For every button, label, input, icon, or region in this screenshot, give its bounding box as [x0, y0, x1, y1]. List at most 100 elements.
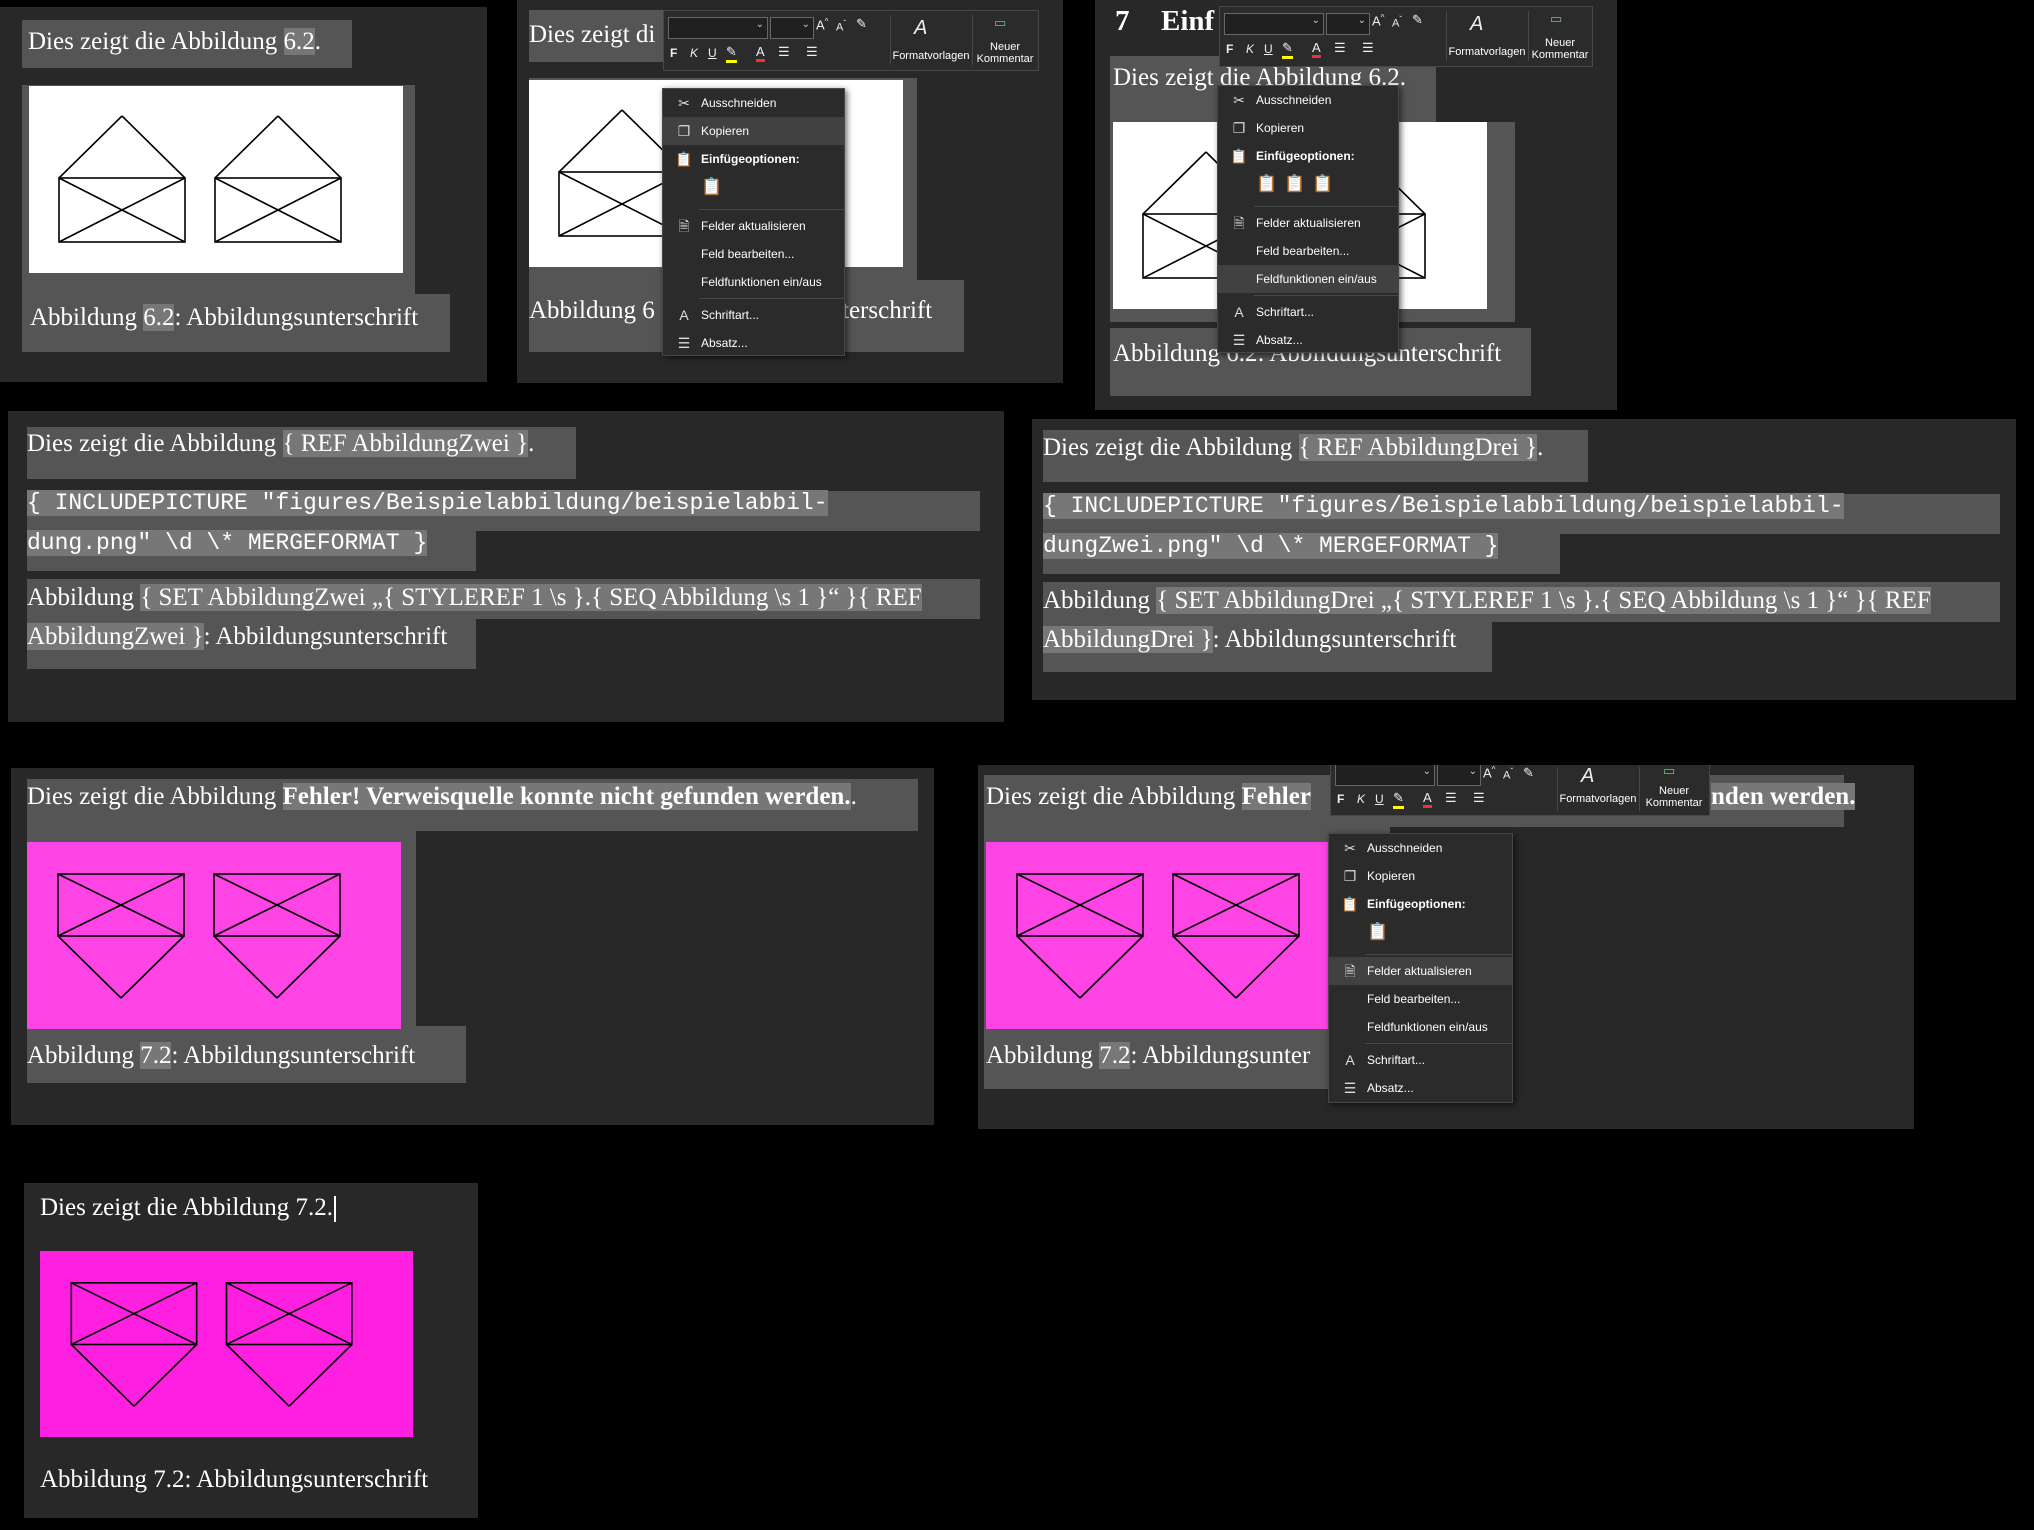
menu-item-copy[interactable]: ❐ Kopieren	[1329, 862, 1512, 890]
figure-caption[interactable]: Abbildung 7.2: Abbildungsunterschrift	[40, 1463, 428, 1497]
numbered-list-icon[interactable]: ☰	[1473, 790, 1485, 806]
italic-button[interactable]: K	[1357, 792, 1365, 806]
underline-button[interactable]: U	[1375, 792, 1384, 806]
paste-keep-source-icon[interactable]: 📋	[1367, 922, 1388, 942]
intro-text[interactable]: Dies zeigt die Abbildung { REF Abbildung…	[1043, 431, 1543, 465]
heading-text[interactable]: Einf	[1161, 4, 1214, 38]
new-comment-button[interactable]: Neuer Kommentar	[1528, 37, 1592, 61]
paste-text-only-icon[interactable]: 📋	[1312, 174, 1333, 194]
format-painter-icon[interactable]: ✎	[856, 16, 867, 32]
new-comment-button[interactable]: Neuer Kommentar	[1639, 785, 1709, 809]
font-color-icon[interactable]: A	[1312, 40, 1321, 58]
figure-image[interactable]	[29, 86, 403, 273]
highlighter-icon[interactable]: ✎	[726, 44, 737, 63]
numbered-list-icon[interactable]: ☰	[806, 44, 818, 60]
menu-item-cut[interactable]: ✂ Ausschneiden	[1218, 86, 1398, 114]
intro-text-start[interactable]: Dies zeigt die Abbildung Fehler	[986, 780, 1311, 814]
menu-item-toggle-field-codes[interactable]: Feldfunktionen ein/aus	[1218, 265, 1398, 293]
intro-text[interactable]: Dies zeigt die Abbildung 7.2.	[40, 1191, 337, 1225]
styles-icon[interactable]: A	[914, 17, 927, 40]
paste-merge-icon[interactable]: 📋	[1284, 174, 1305, 194]
bullet-list-icon[interactable]: ☰	[1445, 790, 1457, 806]
styles-button-label[interactable]: Formatvorlagen	[890, 50, 972, 62]
intro-text[interactable]: Dies zeigt die Abbildung Fehler! Verweis…	[27, 780, 857, 814]
new-comment-button[interactable]: Neuer Kommentar	[972, 41, 1038, 65]
underline-button[interactable]: U	[708, 46, 717, 60]
includepicture-field-line1[interactable]: { INCLUDEPICTURE "figures/Beispielabbild…	[27, 486, 828, 520]
styles-icon[interactable]: A	[1581, 765, 1594, 788]
grow-font-icon[interactable]: A^	[1372, 13, 1384, 28]
font-color-icon[interactable]: A	[756, 44, 765, 62]
figure-image[interactable]	[27, 842, 401, 1029]
highlighter-icon[interactable]: ✎	[1282, 40, 1293, 59]
shrink-font-icon[interactable]: Aˇ	[1503, 767, 1513, 782]
bold-button[interactable]: F	[670, 46, 677, 60]
figure-caption[interactable]: Abbildung 7.2: Abbildungsunterschrift	[27, 1039, 415, 1073]
intro-text[interactable]: Dies zeigt die Abbildung { REF Abbildung…	[27, 427, 534, 461]
includepicture-field-line2[interactable]: dung.png" \d \* MERGEFORMAT }	[27, 526, 428, 560]
italic-button[interactable]: K	[1246, 42, 1254, 56]
paste-keep-source-icon[interactable]: 📋	[1256, 174, 1277, 194]
paste-option-buttons[interactable]: 📋	[663, 173, 844, 207]
highlighter-icon[interactable]: ✎	[1393, 790, 1404, 809]
figure-caption-end[interactable]: terschrift	[842, 294, 932, 328]
styles-button-label[interactable]: Formatvorlagen	[1446, 46, 1528, 58]
menu-item-update-fields[interactable]: 🗎 Felder aktualisieren	[1329, 957, 1512, 985]
format-painter-icon[interactable]: ✎	[1523, 765, 1534, 781]
menu-item-edit-field[interactable]: Feld bearbeiten...	[663, 240, 844, 268]
menu-item-font[interactable]: A Schriftart...	[1218, 298, 1398, 326]
intro-text[interactable]: Dies zeigt di	[529, 18, 655, 52]
menu-item-toggle-field-codes[interactable]: Feldfunktionen ein/aus	[1329, 1013, 1512, 1041]
comment-icon[interactable]: ▭	[994, 15, 1006, 31]
caption-field-line1[interactable]: Abbildung { SET AbbildungZwei „{ STYLERE…	[27, 581, 922, 615]
menu-item-toggle-field-codes[interactable]: Feldfunktionen ein/aus	[663, 268, 844, 296]
grow-font-icon[interactable]: A^	[816, 17, 828, 32]
shrink-font-icon[interactable]: Aˇ	[836, 19, 846, 34]
paste-keep-source-icon[interactable]: 📋	[701, 177, 722, 197]
font-size-dropdown[interactable]: ⌄	[1326, 13, 1370, 35]
font-name-dropdown[interactable]: ⌄	[1224, 13, 1324, 35]
caption-field-line2[interactable]: AbbildungDrei }: Abbildungsunterschrift	[1043, 623, 1456, 657]
menu-item-cut[interactable]: ✂ Ausschneiden	[1329, 834, 1512, 862]
figure-image[interactable]	[40, 1251, 413, 1437]
figure-caption[interactable]: Abbildung 7.2: Abbildungsunter	[986, 1039, 1310, 1073]
includepicture-field-line1[interactable]: { INCLUDEPICTURE "figures/Beispielabbild…	[1043, 489, 1844, 523]
menu-item-edit-field[interactable]: Feld bearbeiten...	[1329, 985, 1512, 1013]
font-size-dropdown[interactable]: ⌄	[770, 17, 814, 39]
font-size-dropdown[interactable]: ⌄	[1437, 765, 1481, 786]
bold-button[interactable]: F	[1226, 42, 1233, 56]
intro-text-end[interactable]: nden werden.	[1711, 780, 1856, 814]
menu-item-font[interactable]: A Schriftart...	[1329, 1046, 1512, 1074]
includepicture-field-line2[interactable]: dungZwei.png" \d \* MERGEFORMAT }	[1043, 529, 1499, 563]
menu-item-paragraph[interactable]: ☰ Absatz...	[663, 329, 844, 357]
caption-field-line2[interactable]: AbbildungZwei }: Abbildungsunterschrift	[27, 620, 447, 654]
styles-icon[interactable]: A	[1470, 13, 1483, 36]
heading-number[interactable]: 7	[1115, 4, 1130, 38]
font-color-icon[interactable]: A	[1423, 790, 1432, 808]
menu-item-paragraph[interactable]: ☰ Absatz...	[1329, 1074, 1512, 1102]
menu-item-copy[interactable]: ❐ Kopieren	[663, 117, 844, 145]
format-painter-icon[interactable]: ✎	[1412, 12, 1423, 28]
numbered-list-icon[interactable]: ☰	[1362, 40, 1374, 56]
figure-caption[interactable]: Abbildung 6.2: Abbildungsunterschrift	[30, 301, 418, 335]
bullet-list-icon[interactable]: ☰	[1334, 40, 1346, 56]
font-name-dropdown[interactable]: ⌄	[668, 17, 768, 39]
grow-font-icon[interactable]: A^	[1483, 765, 1495, 780]
menu-item-font[interactable]: A Schriftart...	[663, 301, 844, 329]
paste-option-buttons[interactable]: 📋	[1329, 918, 1512, 952]
menu-item-paragraph[interactable]: ☰ Absatz...	[1218, 326, 1398, 354]
bold-button[interactable]: F	[1337, 792, 1344, 806]
caption-field-line1[interactable]: Abbildung { SET AbbildungDrei „{ STYLERE…	[1043, 584, 1931, 618]
menu-item-update-fields[interactable]: 🗎 Felder aktualisieren	[1218, 209, 1398, 237]
font-name-dropdown[interactable]: ⌄	[1335, 765, 1435, 786]
menu-item-edit-field[interactable]: Feld bearbeiten...	[1218, 237, 1398, 265]
paste-option-buttons[interactable]: 📋 📋 📋	[1218, 170, 1398, 204]
comment-icon[interactable]: ▭	[1663, 765, 1675, 779]
menu-item-cut[interactable]: ✂ Ausschneiden	[663, 89, 844, 117]
figure-image[interactable]	[986, 842, 1360, 1029]
underline-button[interactable]: U	[1264, 42, 1273, 56]
styles-button-label[interactable]: Formatvorlagen	[1557, 793, 1639, 805]
shrink-font-icon[interactable]: Aˇ	[1392, 15, 1402, 30]
comment-icon[interactable]: ▭	[1550, 11, 1562, 27]
figure-caption-start[interactable]: Abbildung 6	[529, 294, 655, 328]
